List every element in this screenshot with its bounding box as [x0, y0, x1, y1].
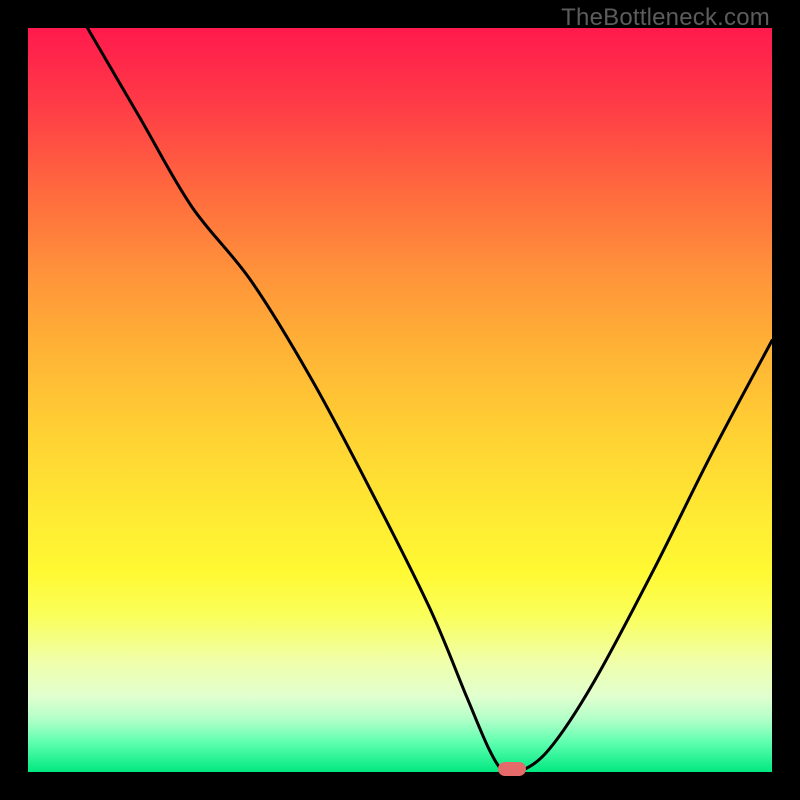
optimal-point-marker [498, 762, 526, 776]
watermark-text: TheBottleneck.com [561, 4, 770, 32]
chart-frame: TheBottleneck.com [0, 0, 800, 800]
bottleneck-curve [28, 28, 772, 772]
